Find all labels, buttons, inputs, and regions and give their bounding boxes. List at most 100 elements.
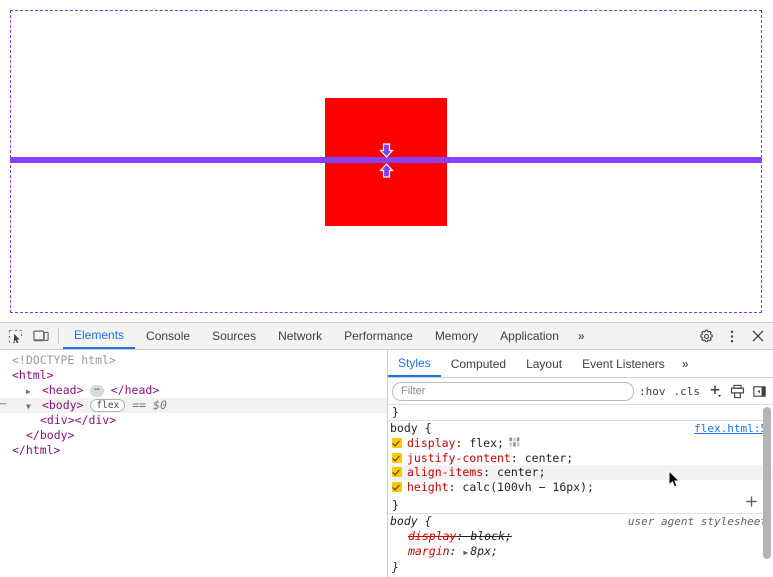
declaration-justify-content[interactable]: justify-content : center; bbox=[390, 451, 773, 466]
declaration-margin[interactable]: margin : ▶ 8px; bbox=[390, 544, 773, 561]
declaration-checkbox[interactable] bbox=[392, 481, 402, 492]
declaration-align-items[interactable]: align-items : center; bbox=[390, 465, 773, 480]
declaration-value[interactable]: center; bbox=[497, 465, 545, 480]
dom-node-text: </html> bbox=[12, 443, 61, 457]
declaration-colon: : bbox=[456, 529, 471, 543]
dom-node-text: <!DOCTYPE html> bbox=[12, 353, 116, 367]
declaration-height[interactable]: height : calc(100vh − 16px); bbox=[390, 480, 773, 495]
declaration-display[interactable]: display : flex; bbox=[390, 436, 773, 451]
hov-state-button[interactable]: :hov bbox=[636, 385, 669, 398]
dom-node-body-close[interactable]: </body> bbox=[0, 428, 387, 443]
declaration-checkbox[interactable] bbox=[392, 467, 402, 478]
dom-node-div[interactable]: <div></div> bbox=[0, 413, 387, 428]
devtools-panel: Elements Console Sources Network Perform… bbox=[0, 322, 773, 577]
declaration-value: block; bbox=[470, 529, 512, 543]
rule-selector: body { bbox=[390, 513, 432, 528]
closing-brace: } bbox=[392, 560, 399, 574]
devtools-window: Elements Console Sources Network Perform… bbox=[0, 0, 773, 577]
rule-source-link[interactable]: flex.html:5 bbox=[694, 422, 767, 437]
close-icon[interactable] bbox=[745, 324, 771, 348]
tab-computed[interactable]: Computed bbox=[441, 350, 516, 377]
declaration-colon: : bbox=[483, 465, 498, 479]
tab-styles[interactable]: Styles bbox=[388, 350, 441, 377]
tab-sources[interactable]: Sources bbox=[201, 323, 267, 348]
dom-node-text: </body> bbox=[26, 428, 75, 442]
plus-new-style-rule-icon[interactable] bbox=[705, 381, 725, 401]
page-viewport[interactable] bbox=[0, 0, 773, 322]
styles-more-tabs-button[interactable]: » bbox=[675, 350, 695, 377]
declaration-property[interactable]: align-items bbox=[407, 465, 483, 480]
dom-node-doctype[interactable]: <!DOCTYPE html> bbox=[0, 353, 387, 368]
dom-node-head[interactable]: ▶ <head> ⋯ </head> bbox=[0, 383, 387, 398]
styles-scrollbar-track[interactable] bbox=[763, 405, 772, 577]
computed-sidebar-toggle-icon[interactable] bbox=[749, 381, 769, 401]
node-more-icon[interactable]: ⋯ bbox=[0, 397, 6, 412]
declaration-value[interactable]: calc(100vh − 16px); bbox=[462, 480, 594, 495]
dom-node-body[interactable]: ⋯ ▼ <body> flex == $0 bbox=[0, 398, 387, 413]
tab-event-listeners[interactable]: Event Listeners bbox=[572, 350, 675, 377]
dom-node-selection-ref: == $0 bbox=[132, 398, 167, 412]
closing-brace: } bbox=[392, 498, 399, 512]
closing-brace: } bbox=[392, 405, 399, 419]
declaration-value[interactable]: flex; bbox=[469, 436, 504, 451]
rule-selector[interactable]: body { bbox=[390, 421, 432, 436]
styles-scrollbar-thumb[interactable] bbox=[763, 407, 771, 559]
styles-filter-input[interactable] bbox=[392, 381, 634, 401]
toolbar-divider bbox=[58, 328, 59, 344]
gear-icon[interactable] bbox=[693, 324, 719, 348]
cls-button[interactable]: .cls bbox=[671, 385, 704, 398]
tab-elements[interactable]: Elements bbox=[63, 323, 136, 349]
rule-header: body { flex.html:5 bbox=[390, 421, 773, 437]
styles-pane: Styles Computed Layout Event Listeners »… bbox=[388, 350, 773, 577]
inspect-element-icon[interactable] bbox=[2, 324, 28, 348]
declaration-property[interactable]: display bbox=[407, 436, 455, 451]
toggle-print-media-icon[interactable] bbox=[727, 381, 747, 401]
tab-console[interactable]: Console bbox=[135, 323, 201, 348]
rule-origin-label: user agent stylesheet bbox=[627, 514, 767, 528]
rule-header: body { user agent stylesheet bbox=[390, 514, 773, 530]
tab-memory[interactable]: Memory bbox=[424, 323, 489, 348]
style-rule-author[interactable]: body { flex.html:5 display : flex; justi… bbox=[388, 421, 773, 514]
collapse-triangle-icon[interactable]: ▼ bbox=[26, 399, 35, 414]
dom-node-text: <div></div> bbox=[40, 413, 117, 427]
declaration-checkbox[interactable] bbox=[392, 438, 402, 449]
declaration-display-block[interactable]: display : block; bbox=[390, 529, 773, 544]
flex-grid-badge-icon[interactable] bbox=[509, 436, 520, 451]
tab-application[interactable]: Application bbox=[489, 323, 570, 348]
kebab-menu-icon[interactable] bbox=[719, 324, 745, 348]
collapsed-content-icon[interactable]: ⋯ bbox=[90, 384, 104, 397]
dom-node-html-close[interactable]: </html> bbox=[0, 443, 387, 458]
declaration-property: margin bbox=[408, 543, 450, 558]
flex-badge-button[interactable]: flex bbox=[90, 399, 126, 412]
declaration-value[interactable]: center; bbox=[525, 451, 573, 466]
dom-node-text: <html> bbox=[12, 368, 54, 382]
expand-shorthand-icon[interactable]: ▶ bbox=[463, 546, 468, 561]
devtools-body: <!DOCTYPE html> <html> ▶ <head> ⋯ </head… bbox=[0, 350, 773, 577]
expand-triangle-icon[interactable]: ▶ bbox=[26, 384, 35, 399]
truncated-rule: } bbox=[388, 405, 773, 421]
declaration-colon: : bbox=[510, 450, 525, 465]
dom-node-html-open[interactable]: <html> bbox=[0, 368, 387, 383]
add-declaration-button[interactable] bbox=[744, 494, 759, 513]
more-tabs-button[interactable]: » bbox=[570, 323, 592, 348]
declaration-property[interactable]: justify-content bbox=[407, 451, 511, 466]
declaration-property[interactable]: height bbox=[407, 480, 449, 495]
style-rule-user-agent[interactable]: body { user agent stylesheet display : b… bbox=[388, 514, 773, 575]
devtools-main-toolbar: Elements Console Sources Network Perform… bbox=[0, 323, 773, 350]
tab-performance[interactable]: Performance bbox=[333, 323, 424, 348]
declaration-checkbox[interactable] bbox=[392, 452, 402, 463]
styles-pane-tabs: Styles Computed Layout Event Listeners » bbox=[388, 350, 773, 378]
rule-footer: } bbox=[390, 494, 773, 513]
dom-node-text: <head> bbox=[41, 383, 84, 397]
dom-tree-pane[interactable]: <!DOCTYPE html> <html> ▶ <head> ⋯ </head… bbox=[0, 350, 388, 577]
tab-network[interactable]: Network bbox=[267, 323, 333, 348]
declaration-property: display bbox=[408, 529, 457, 543]
declaration-colon: : bbox=[448, 479, 463, 494]
declaration-value: 8px; bbox=[470, 543, 498, 558]
declaration-colon: : bbox=[449, 543, 464, 558]
tab-layout[interactable]: Layout bbox=[516, 350, 572, 377]
device-toolbar-icon[interactable] bbox=[28, 324, 54, 348]
styles-rules-container[interactable]: } body { flex.html:5 display : flex; jus… bbox=[388, 405, 773, 577]
devtools-tabs: Elements Console Sources Network Perform… bbox=[63, 323, 592, 349]
arrow-down-icon bbox=[379, 143, 394, 158]
